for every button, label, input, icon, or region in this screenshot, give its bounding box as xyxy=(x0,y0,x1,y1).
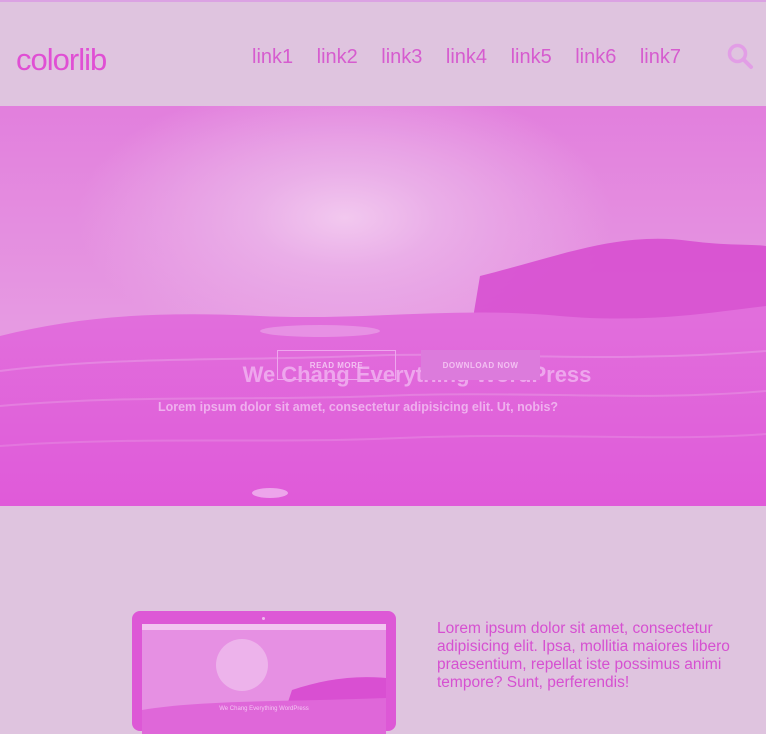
camera-dot xyxy=(262,617,265,620)
feature-description: Lorem ipsum dolor sit amet, consectetur … xyxy=(437,620,730,691)
hero-background-image xyxy=(0,106,766,506)
search-icon[interactable] xyxy=(726,42,754,70)
download-now-button[interactable]: DOWNLOAD NOW xyxy=(421,350,540,380)
laptop-mockup: We Chang Everything WordPress xyxy=(132,611,396,734)
nav-link-1[interactable]: link1 xyxy=(252,46,293,69)
nav-link-4[interactable]: link4 xyxy=(446,46,487,69)
logo[interactable]: colorlib xyxy=(16,42,107,78)
laptop-screen-preview: We Chang Everything WordPress xyxy=(142,624,386,734)
site-header: colorlib link1 link2 link3 link4 link5 l… xyxy=(0,2,766,106)
mini-hero-title: We Chang Everything WordPress xyxy=(219,706,309,712)
nav-link-5[interactable]: link5 xyxy=(511,46,552,69)
nav-link-6[interactable]: link6 xyxy=(575,46,616,69)
main-nav: link1 link2 link3 link4 link5 link6 link… xyxy=(252,46,704,69)
nav-link-2[interactable]: link2 xyxy=(317,46,358,69)
read-more-button[interactable]: READ MORE xyxy=(277,350,396,380)
hero-subtitle: Lorem ipsum dolor sit amet, consectetur … xyxy=(157,400,559,414)
mini-hero-image xyxy=(142,630,386,734)
hero-section: We Chang Everything WordPress Lorem ipsu… xyxy=(0,106,766,506)
nav-link-7[interactable]: link7 xyxy=(640,46,681,69)
nav-link-3[interactable]: link3 xyxy=(381,46,422,69)
